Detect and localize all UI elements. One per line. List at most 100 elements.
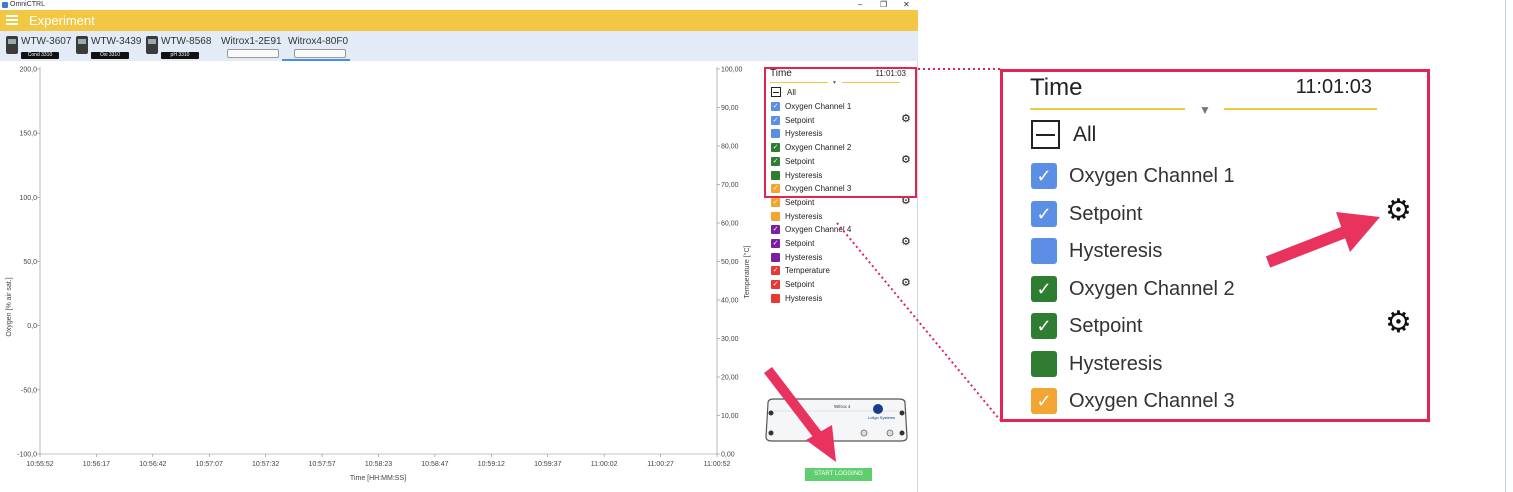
meter-icon (6, 36, 18, 54)
maximize-button[interactable]: ❐ (880, 0, 887, 9)
legend-checkbox: ✓ (1031, 388, 1057, 414)
device-tab-bar: WTW-3607 Cond 3310 WTW-3439 Oxi 3310 WTW… (0, 31, 918, 61)
gear-icon[interactable]: ⚙ (901, 237, 911, 248)
yr-tick-label: 100,00 (721, 67, 743, 74)
legend-checkbox[interactable] (771, 293, 780, 303)
yl-tick-label: 100,0 (19, 195, 37, 202)
legend-checkbox[interactable] (771, 211, 780, 221)
divider (1505, 0, 1506, 492)
legend-checkbox: ✓ (1031, 163, 1057, 189)
divider (1224, 108, 1377, 110)
device-brand-label: Loligo Systems (868, 415, 895, 420)
x-tick-label: 10:58:47 (421, 461, 448, 468)
yl-tick-label: -100,0 (17, 452, 37, 459)
yr-tick-label: 50,00 (721, 259, 739, 266)
legend-checkbox (1031, 238, 1057, 264)
close-button[interactable]: ✕ (903, 0, 910, 9)
legend-item[interactable]: ✓ Oxygen Channel 4 (771, 224, 916, 235)
screenshot-stage: OmniCTRL ‒ ❐ ✕ Experiment WTW-3607 Cond … (0, 0, 1513, 492)
legend-checkbox[interactable]: ✓ (771, 280, 780, 290)
divider (1030, 108, 1185, 110)
zoomed-legend-item-label: Hysteresis (1069, 352, 1163, 375)
zoomed-legend-item-label: Oxygen Channel 1 (1069, 165, 1235, 187)
meter-icon (146, 36, 158, 54)
yl-tick-label: 0,0 (27, 323, 37, 330)
legend-checkbox: ✓ (1031, 313, 1057, 339)
zoomed-legend-item: ✓ Oxygen Channel 3 (1031, 388, 1411, 418)
gear-icon: ⚙ (1385, 306, 1412, 339)
legend-checkbox: ✓ (1031, 200, 1057, 227)
witrox4-device-image: Witrox 4 Loligo Systems (765, 398, 908, 442)
yr-tick-label: 20,00 (721, 375, 739, 382)
x-tick-label: 11:00:27 (647, 461, 674, 468)
app-header: Experiment (0, 10, 918, 31)
yr-tick-label: 90,00 (721, 105, 739, 112)
oxygen-temperature-chart[interactable]: 200,0 150,0 100,0 50,0 0,0 -50,0 -100,0 100,00… (0, 62, 760, 492)
yr-tick-label: 0,00 (721, 452, 735, 459)
zoomed-legend-item-label: Hysteresis (1069, 240, 1163, 262)
legend-item[interactable]: ✓ Setpoint ⚙ (771, 195, 916, 208)
zoomed-legend-item-label: Setpoint (1069, 202, 1143, 225)
gear-icon[interactable]: ⚙ (901, 278, 911, 289)
yr-tick-label: 40,00 (721, 298, 739, 305)
x-tick-label: 11:00:02 (591, 461, 618, 468)
zoomed-legend-item: Hysteresis (1031, 350, 1411, 381)
yr-tick-label: 30,00 (721, 336, 739, 343)
zoomed-legend-item: Hysteresis (1031, 238, 1411, 268)
yl-tick-label: 50,0 (23, 259, 37, 266)
yl-tick-label: 200,0 (19, 67, 37, 74)
yr-tick-label: 60,00 (721, 221, 739, 228)
legend-checkbox[interactable]: ✓ (771, 225, 780, 235)
legend-checkbox: ✓ (1031, 275, 1057, 302)
zoomed-legend-item: ✓ Oxygen Channel 2 (1031, 275, 1411, 306)
x-tick-label: 10:57:32 (252, 461, 279, 468)
witrox-device-icon (227, 49, 279, 58)
x-tick-label: 10:57:57 (308, 461, 335, 468)
legend-item-label: Hysteresis (785, 211, 823, 221)
minimize-button[interactable]: ‒ (858, 0, 862, 9)
zoomed-legend-item: ✓ Oxygen Channel 1 (1031, 163, 1411, 193)
hamburger-menu-icon[interactable] (6, 15, 18, 26)
page-title: Experiment (29, 13, 95, 28)
x-tick-label: 10:59:37 (534, 461, 561, 468)
device-badge: Cond 3310 (21, 52, 59, 59)
legend-item-label: Temperature (785, 266, 830, 276)
legend-item[interactable]: Hysteresis (771, 293, 916, 304)
device-badge: pH 3310 (161, 52, 199, 59)
x-tick-label: 10:56:42 (139, 461, 166, 468)
zoomed-all-label: All (1073, 123, 1097, 146)
legend-item[interactable]: Hysteresis (771, 211, 916, 222)
legend-item[interactable]: ✓ Temperature (771, 265, 916, 276)
legend-item-label: Setpoint (785, 239, 815, 248)
x-tick-label: 10:58:23 (365, 461, 392, 468)
device-name: Witrox4-80F0 (288, 36, 349, 47)
legend-highlight-box (764, 67, 917, 198)
legend-item-label: Setpoint (785, 280, 815, 290)
device-name: Witrox1-2E91 (221, 36, 282, 47)
zoomed-legend-item: ✓ Setpoint ⚙ (1031, 308, 1412, 343)
legend-checkbox[interactable]: ✓ (771, 197, 780, 207)
legend-item-label: Oxygen Channel 4 (785, 225, 852, 235)
zoomed-time-value: 11:01:03 (1295, 76, 1372, 98)
zoomed-legend-item: ✓ Setpoint ⚙ (1031, 195, 1412, 231)
start-logging-button[interactable]: START LOGGING (805, 468, 872, 481)
legend-checkbox[interactable]: ✓ (771, 239, 780, 248)
device-model-label: Witrox 4 (834, 404, 851, 409)
legend-item[interactable]: ✓ Setpoint ⚙ (771, 237, 916, 249)
legend-item-label: Hysteresis (785, 252, 823, 262)
witrox-device-icon (294, 49, 346, 58)
y-left-axis-label: Oxygen [% air sat.] (6, 277, 13, 336)
legend-checkbox[interactable]: ✓ (771, 266, 780, 276)
y-right-axis-label: Temperature [°C] (743, 245, 751, 298)
zoomed-time-label: Time (1030, 74, 1083, 101)
yl-tick-label: 150,0 (19, 131, 37, 138)
legend-item[interactable]: ✓ Setpoint ⚙ (771, 278, 916, 290)
app-icon (2, 2, 8, 8)
active-tab-indicator (282, 59, 350, 61)
yr-tick-label: 10,00 (721, 413, 739, 420)
legend-checkbox (1031, 350, 1057, 377)
device-name: WTW-3607 (21, 36, 72, 47)
legend-item[interactable]: Hysteresis (771, 252, 916, 263)
legend-checkbox[interactable] (771, 252, 780, 262)
legend-item-label: Hysteresis (785, 293, 823, 303)
